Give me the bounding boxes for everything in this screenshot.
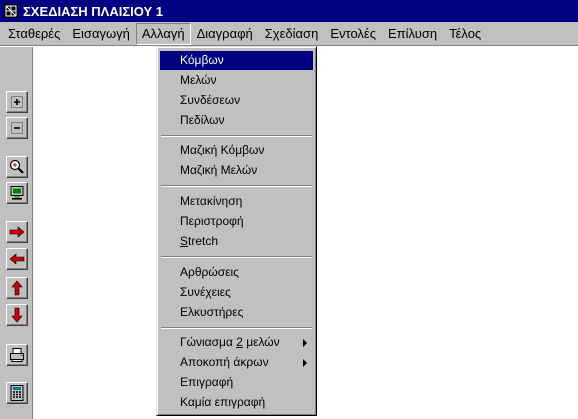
calculator-icon [10,385,24,401]
menu-sxediasi[interactable]: Σχεδίαση [259,23,325,45]
pan-up-button[interactable] [6,277,28,299]
menu-item-apokopi-akron[interactable]: Αποκοπή άκρων [160,353,313,372]
menu-telos[interactable]: Τέλος [443,23,487,45]
apokopi-akron-text: Αποκοπή άκρων [180,355,269,369]
menu-bar: Σταθερές Εισαγωγή Αλλαγή Διαγραφή Σχεδία… [0,22,578,46]
menu-epilysi[interactable]: Επίλυση [382,23,443,45]
melon-text: μελών [242,335,280,349]
menu-staheres[interactable]: Σταθερές [2,23,66,45]
menu-item-epigrafi[interactable]: Επιγραφή [160,373,313,392]
printer-icon [10,348,24,362]
stretch-rest: tretch [188,234,219,248]
menu-item-syndeseon[interactable]: Συνδέσεων [160,91,313,110]
goniasma-text: Γώνιασμα [180,335,237,349]
mnemonic-2: 2 [236,335,243,349]
magnifier-icon [9,159,24,174]
window-title: ΣΧΕΔΙΑΣΗ ΠΛΑΙΣΙΟΥ 1 [23,3,164,19]
menu-item-arthroseis[interactable]: Αρθρώσεις [160,263,313,282]
zoom-out-button[interactable] [6,117,28,139]
menu-separator [161,185,312,187]
menu-item-metakinisi[interactable]: Μετακίνηση [160,192,313,211]
print-button[interactable] [6,344,28,366]
allagi-dropdown-menu: Κόμβων Μελών Συνδέσεων Πεδίλων Μαζική Κό… [156,46,317,416]
menu-item-peristrofi[interactable]: Περιστροφή [160,212,313,231]
left-toolbar [0,47,33,419]
pan-left-button[interactable] [6,248,28,270]
submenu-arrow-icon [303,339,307,347]
title-bar: ΣΧΕΔΙΑΣΗ ΠΛΑΙΣΙΟΥ 1 [0,0,578,22]
zoom-in-button[interactable] [6,91,28,113]
menu-item-melon[interactable]: Μελών [160,71,313,90]
magnify-button[interactable] [6,156,28,178]
arrow-down-icon [11,307,23,323]
menu-item-maziki-komvon[interactable]: Μαζική Κόμβων [160,141,313,160]
pan-down-button[interactable] [6,304,28,326]
menu-item-goniasma[interactable]: Γώνιασμα 2 μελών [160,333,313,352]
zoom-out-minus-icon [11,122,23,134]
pan-right-button[interactable] [6,221,28,243]
menu-separator [161,256,312,258]
monitor-icon [10,186,24,200]
menu-item-maziki-melon[interactable]: Μαζική Μελών [160,161,313,180]
arrow-left-icon [9,253,25,265]
zoom-in-plus-icon [11,96,23,108]
menu-item-kamia-epigrafi[interactable]: Καμία επιγραφή [160,393,313,412]
mnemonic-s: S [180,234,189,248]
menu-eisagogi[interactable]: Εισαγωγή [66,23,135,45]
menu-allagi[interactable]: Αλλαγή [135,22,191,45]
menu-separator [161,327,312,329]
app-grid-icon [4,4,18,18]
menu-entoles[interactable]: Εντολές [324,23,382,45]
arrow-right-icon [9,226,25,238]
arrow-up-icon [11,280,23,296]
submenu-arrow-icon [303,359,307,367]
menu-item-pedilon[interactable]: Πεδίλων [160,111,313,130]
menu-item-synexeies[interactable]: Συνέχειες [160,283,313,302]
display-button[interactable] [6,182,28,204]
menu-separator [161,135,312,137]
menu-item-komvon[interactable]: Κόμβων [160,51,313,70]
menu-diagrafi[interactable]: Διαγραφή [191,23,259,45]
calculate-button[interactable] [6,382,28,404]
menu-item-elkystires[interactable]: Ελκυστήρες [160,303,313,322]
menu-item-stretch[interactable]: Stretch [160,232,313,251]
